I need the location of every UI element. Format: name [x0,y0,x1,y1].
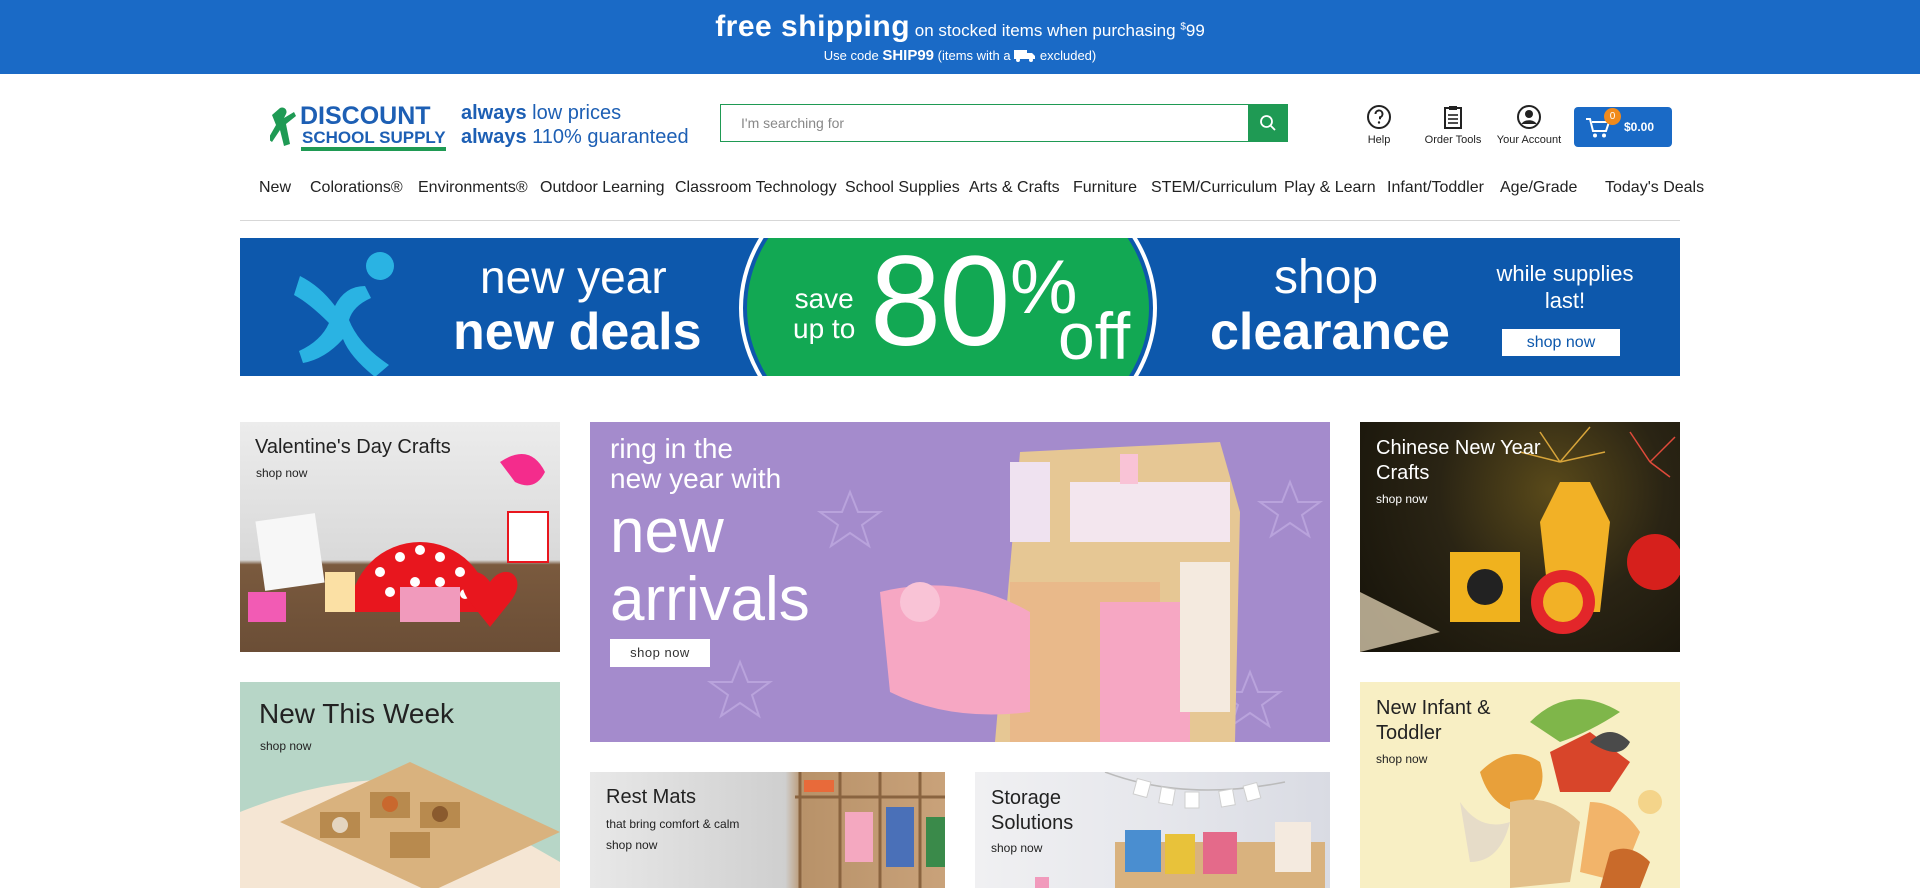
tile-center-small-text: ring in the new year with [610,434,781,494]
tile-center-big-2: arrivals [610,565,810,634]
search-bar [720,104,1288,142]
tile-infant-title: New Infant & Toddler [1376,697,1491,744]
help-link[interactable]: Help [1362,104,1396,146]
tile-center-shop-now-button[interactable]: shop now [610,639,710,667]
promo-headline: free shipping [715,10,911,43]
logo-figure-icon: DISCOUNT SCHOOL SUPPLY [268,102,446,151]
tagline-1-rest: low prices [526,102,622,124]
nav-item-outdoor-learning[interactable]: Outdoor Learning [540,179,665,197]
clipboard-icon [1444,106,1462,129]
main-nav: New Colorations® Environments® Outdoor L… [240,179,1704,221]
tile-chinese-shop-now[interactable]: shop now [1376,492,1427,506]
nav-item-new[interactable]: New [259,179,291,197]
nav-item-colorations[interactable]: Colorations® [310,179,403,197]
tile-rest-mats[interactable]: Rest Mats that bring comfort & calm shop… [590,772,945,888]
nav-item-infant-toddler[interactable]: Infant/Toddler [1387,179,1484,197]
cart-button[interactable]: 0 $0.00 [1574,107,1672,147]
tile-new-this-week[interactable]: New This Week shop now [240,682,560,888]
order-tools-link[interactable]: Order Tools [1420,104,1486,146]
nav-item-school-supplies[interactable]: School Supplies [845,179,960,197]
tile-valentines-shop-now[interactable]: shop now [256,466,307,480]
hero-banner[interactable]: new year new deals save up to 80 % off s… [240,238,1680,376]
hero-save-text: save up to [793,284,855,344]
truck-icon [1014,50,1036,62]
nav-item-todays-deals[interactable]: Today's Deals [1605,179,1704,197]
tagline: always low prices always 110% guaranteed [461,101,689,149]
search-button[interactable] [1248,104,1288,142]
hero-percent-value: 80 [870,238,1010,373]
hero-line-1: new year [480,251,667,303]
search-input[interactable] [720,104,1248,142]
nav-item-arts-crafts[interactable]: Arts & Crafts [969,179,1060,197]
hero-line-2: new deals [453,303,702,361]
tile-new-infant-toddler[interactable]: New Infant & Toddler shop now [1360,682,1680,888]
logo-line-2: SCHOOL SUPPLY [302,128,446,147]
tile-valentines-title: Valentine's Day Crafts [255,436,451,458]
account-label: Your Account [1496,134,1562,146]
tile-valentines[interactable]: Valentine's Day Crafts shop now [240,422,560,652]
tile-storage-solutions[interactable]: Storage Solutions shop now [975,772,1330,888]
nav-item-furniture[interactable]: Furniture [1073,179,1137,197]
tile-rest-mats-subtitle: that bring comfort & calm [606,817,740,831]
tile-center-big-1: new [610,497,724,566]
promo-items-with: (items with a [937,48,1011,63]
nav-item-environments[interactable]: Environments® [418,179,528,197]
tile-new-this-week-shop-now[interactable]: shop now [260,739,311,753]
nav-item-age-grade[interactable]: Age/Grade [1500,179,1577,197]
account-link[interactable]: Your Account [1494,104,1564,146]
hero-save-2: up to [793,313,856,344]
promo-code: SHIP99 [882,47,935,64]
help-icon [1367,105,1391,129]
hero-save-1: save [794,283,854,314]
tagline-2-bold: always [461,126,527,148]
promo-line-2: Use code SHIP99 (items with a excluded) [0,47,1920,64]
hero-clearance: clearance [1210,303,1450,361]
nav-item-stem-curriculum[interactable]: STEM/Curriculum [1151,179,1277,197]
nav-item-play-learn[interactable]: Play & Learn [1284,179,1376,197]
promo-price: 99 [1185,21,1205,40]
tile-storage-title: Storage Solutions [991,787,1074,834]
tile-new-this-week-title: New This Week [259,698,455,729]
hero-while-supplies: while supplies last! [1496,261,1634,313]
order-tools-label: Order Tools [1424,134,1482,146]
cart-total: $0.00 [1624,120,1655,134]
tile-chinese-title: Chinese New Year Crafts [1376,437,1541,484]
tile-storage-shop-now[interactable]: shop now [991,841,1042,855]
site-logo[interactable]: DISCOUNT SCHOOL SUPPLY [268,100,450,154]
account-icon [1517,105,1541,129]
tile-chinese-new-year[interactable]: Chinese New Year Crafts shop now [1360,422,1680,652]
tagline-2-rest: 110% guaranteed [526,126,689,148]
tile-new-arrivals[interactable]: ring in the new year with new arrivals s… [590,422,1330,742]
help-label: Help [1367,134,1391,146]
promo-excluded: excluded) [1039,48,1097,63]
promo-use-code: Use code [823,48,879,63]
cart-count-badge: 0 [1604,108,1621,125]
promo-subline: on stocked items when purchasing [914,21,1176,40]
logo-line-1: DISCOUNT [300,102,431,130]
hero-off: off [1058,299,1131,373]
hero-shop: shop [1274,251,1379,304]
tile-rest-mats-shop-now[interactable]: shop now [606,838,657,852]
tile-infant-shop-now[interactable]: shop now [1376,752,1427,766]
mascot-figure-icon [294,252,394,376]
tile-center-line-2: new year with [610,463,782,494]
promo-bar[interactable]: free shipping on stocked items when purc… [0,0,1920,74]
tile-center-line-1: ring in the [610,433,733,464]
tagline-1-bold: always [461,102,527,124]
search-icon [1260,115,1276,131]
tile-center-big-text: new arrivals [610,498,810,634]
promo-line-1: free shipping on stocked items when purc… [0,10,1920,44]
nav-item-classroom-technology[interactable]: Classroom Technology [675,179,837,197]
tile-rest-mats-title: Rest Mats [606,786,697,808]
hero-shop-now-button[interactable]: shop now [1502,329,1620,356]
